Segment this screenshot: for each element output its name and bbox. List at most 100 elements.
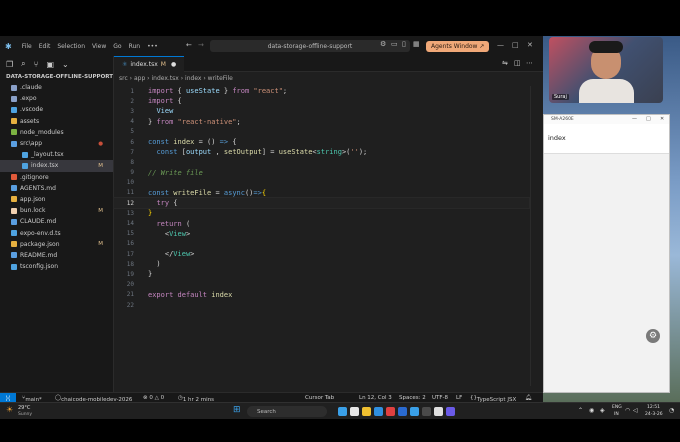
- emulator-window: SM-A260E — □ ✕ index ⚙: [543, 114, 670, 393]
- emulator-minimize-icon[interactable]: —: [632, 116, 637, 122]
- indentation[interactable]: Spaces: 2: [399, 395, 426, 401]
- source-control-icon[interactable]: ⑂: [34, 60, 39, 69]
- code-line: 8: [114, 157, 529, 167]
- file-tree-item[interactable]: app.json: [0, 194, 113, 205]
- file-tree-item[interactable]: index.tsx M: [0, 160, 113, 172]
- menu-go[interactable]: Go: [113, 43, 121, 50]
- maximize-icon[interactable]: □: [512, 41, 519, 49]
- file-encoding[interactable]: UTF-8: [432, 395, 448, 401]
- wifi-icon[interactable]: ◠: [625, 407, 630, 414]
- tray-chevron-icon[interactable]: ⌃: [578, 407, 583, 414]
- windows-start-icon[interactable]: ⊞: [233, 405, 241, 415]
- close-icon[interactable]: ✕: [527, 41, 533, 49]
- file-type-icon: [11, 230, 17, 237]
- code-editor[interactable]: 1 import { useState } from "react"; 2 impo…: [113, 86, 530, 386]
- minimize-icon[interactable]: —: [497, 41, 504, 49]
- files-icon[interactable]: ❐: [6, 60, 13, 69]
- extensions-icon[interactable]: ▣: [46, 60, 54, 69]
- search-icon[interactable]: ⌕: [21, 59, 25, 69]
- file-tree-item[interactable]: node_modules: [0, 127, 113, 138]
- code-line: 3 View: [114, 106, 529, 116]
- back-arrow-icon[interactable]: ←: [186, 41, 192, 49]
- notifications-icon[interactable]: 🔔︎: [525, 395, 532, 401]
- explorer-toolbar: ❐ ⌕ ⑂ ▣ ⌄: [0, 56, 113, 72]
- tab-dirty-dot-icon[interactable]: ●: [171, 61, 176, 68]
- project-name[interactable]: ◯ chaicode-mobiledev-2026: [55, 395, 132, 403]
- taskbar-app-icon[interactable]: [374, 407, 383, 416]
- clock-time[interactable]: 12:51: [647, 405, 660, 410]
- split-editor-icon[interactable]: ◫: [514, 59, 521, 67]
- file-tree-item[interactable]: _layout.tsx: [0, 149, 113, 160]
- volume-icon[interactable]: ◁: [633, 407, 638, 414]
- weather-desc: Sunny: [18, 412, 33, 417]
- menu-edit[interactable]: Edit: [39, 43, 51, 50]
- taskbar-app-icon[interactable]: [362, 407, 371, 416]
- copilot-icon[interactable]: ⚙: [380, 40, 386, 48]
- notification-center-icon[interactable]: ◔: [669, 407, 674, 414]
- end-of-line[interactable]: LF: [456, 395, 462, 401]
- file-tree-item[interactable]: .vscode: [0, 104, 113, 115]
- agents-window-button[interactable]: Agents Window ↗: [426, 41, 490, 52]
- cursor-tab-status[interactable]: Cursor Tab: [305, 395, 334, 401]
- file-tree-label: .gitignore: [20, 173, 49, 181]
- taskbar-app-icon[interactable]: [446, 407, 455, 416]
- code-line: 2 import {: [114, 96, 529, 106]
- taskbar-app-icon[interactable]: [410, 407, 419, 416]
- taskbar-app-icon[interactable]: [338, 407, 347, 416]
- emulator-close-icon[interactable]: ✕: [660, 116, 664, 122]
- explorer-root[interactable]: DATA-STORAGE-OFFLINE-SUPPORT: [0, 72, 113, 82]
- taskbar-app-icon[interactable]: [350, 407, 359, 416]
- file-tree-item[interactable]: .expo: [0, 93, 113, 104]
- tray-app-icon[interactable]: ◉: [589, 407, 594, 414]
- file-tree-item[interactable]: src\app ●: [0, 138, 113, 149]
- file-tree-label: package.json: [20, 240, 60, 248]
- menu-view[interactable]: View: [92, 43, 106, 50]
- weather-icon[interactable]: ☀: [6, 405, 13, 414]
- taskbar-app-icon[interactable]: [398, 407, 407, 416]
- file-tree-item[interactable]: README.md: [0, 250, 113, 261]
- menu-run[interactable]: Run: [129, 43, 141, 50]
- minimap-scrollbar[interactable]: [530, 86, 540, 386]
- clock-date[interactable]: 24-3-26: [645, 412, 663, 417]
- git-branch[interactable]: ⑂ main*: [22, 395, 42, 403]
- tab-index-tsx[interactable]: ⚛ index.tsx M ●: [114, 56, 184, 72]
- file-tree-item[interactable]: CLAUDE.md: [0, 216, 113, 227]
- file-type-icon: [11, 196, 17, 203]
- file-tree-item[interactable]: assets: [0, 116, 113, 127]
- more-actions-icon[interactable]: ⌄: [62, 60, 69, 69]
- file-tree-item[interactable]: .gitignore: [0, 172, 113, 183]
- gear-icon[interactable]: ⚙: [646, 329, 660, 343]
- breadcrumb[interactable]: src › app › index.tsx › index › writeFil…: [119, 75, 233, 82]
- file-tree-item[interactable]: expo-env.d.ts: [0, 227, 113, 238]
- line-number: 22: [126, 301, 134, 309]
- menu-file[interactable]: File: [22, 43, 32, 50]
- cursor-position[interactable]: Ln 12, Col 3: [359, 395, 392, 401]
- taskbar-app-icon[interactable]: [434, 407, 443, 416]
- region-indicator[interactable]: IN: [614, 412, 619, 417]
- git-status-badge: M: [98, 162, 103, 169]
- explorer-sidebar: ❐ ⌕ ⑂ ▣ ⌄ DATA-STORAGE-OFFLINE-SUPPORT .…: [0, 56, 114, 392]
- editor-more-icon[interactable]: ⋯: [526, 59, 533, 67]
- taskbar-search[interactable]: Search: [247, 406, 327, 417]
- layout-sidebar-icon[interactable]: ▯: [402, 40, 406, 48]
- file-tree-item[interactable]: package.json M: [0, 239, 113, 250]
- more-menu-icon[interactable]: •••: [147, 43, 158, 50]
- code-line: 16: [114, 239, 529, 249]
- file-tree-item[interactable]: .claude: [0, 82, 113, 93]
- taskbar-app-icon[interactable]: [386, 407, 395, 416]
- layout-grid-icon[interactable]: ▦: [413, 40, 420, 48]
- file-tree-item[interactable]: tsconfig.json: [0, 261, 113, 272]
- forward-arrow-icon[interactable]: →: [198, 41, 204, 49]
- language-indicator[interactable]: ENG: [612, 405, 622, 410]
- language-mode[interactable]: {} TypeScript JSX: [470, 395, 516, 403]
- problems-indicator[interactable]: ⊗ 0 △ 0: [143, 395, 164, 401]
- tray-app2-icon[interactable]: ◈: [600, 407, 605, 414]
- file-tree-item[interactable]: AGENTS.md: [0, 183, 113, 194]
- emulator-maximize-icon[interactable]: □: [646, 116, 651, 122]
- code-text: ): [148, 260, 161, 269]
- layout-panel-icon[interactable]: ▭: [391, 40, 398, 48]
- compare-icon[interactable]: ⇋: [502, 59, 508, 67]
- file-tree-item[interactable]: bun.lock M: [0, 205, 113, 216]
- menu-selection[interactable]: Selection: [57, 43, 85, 50]
- taskbar-app-icon[interactable]: [422, 407, 431, 416]
